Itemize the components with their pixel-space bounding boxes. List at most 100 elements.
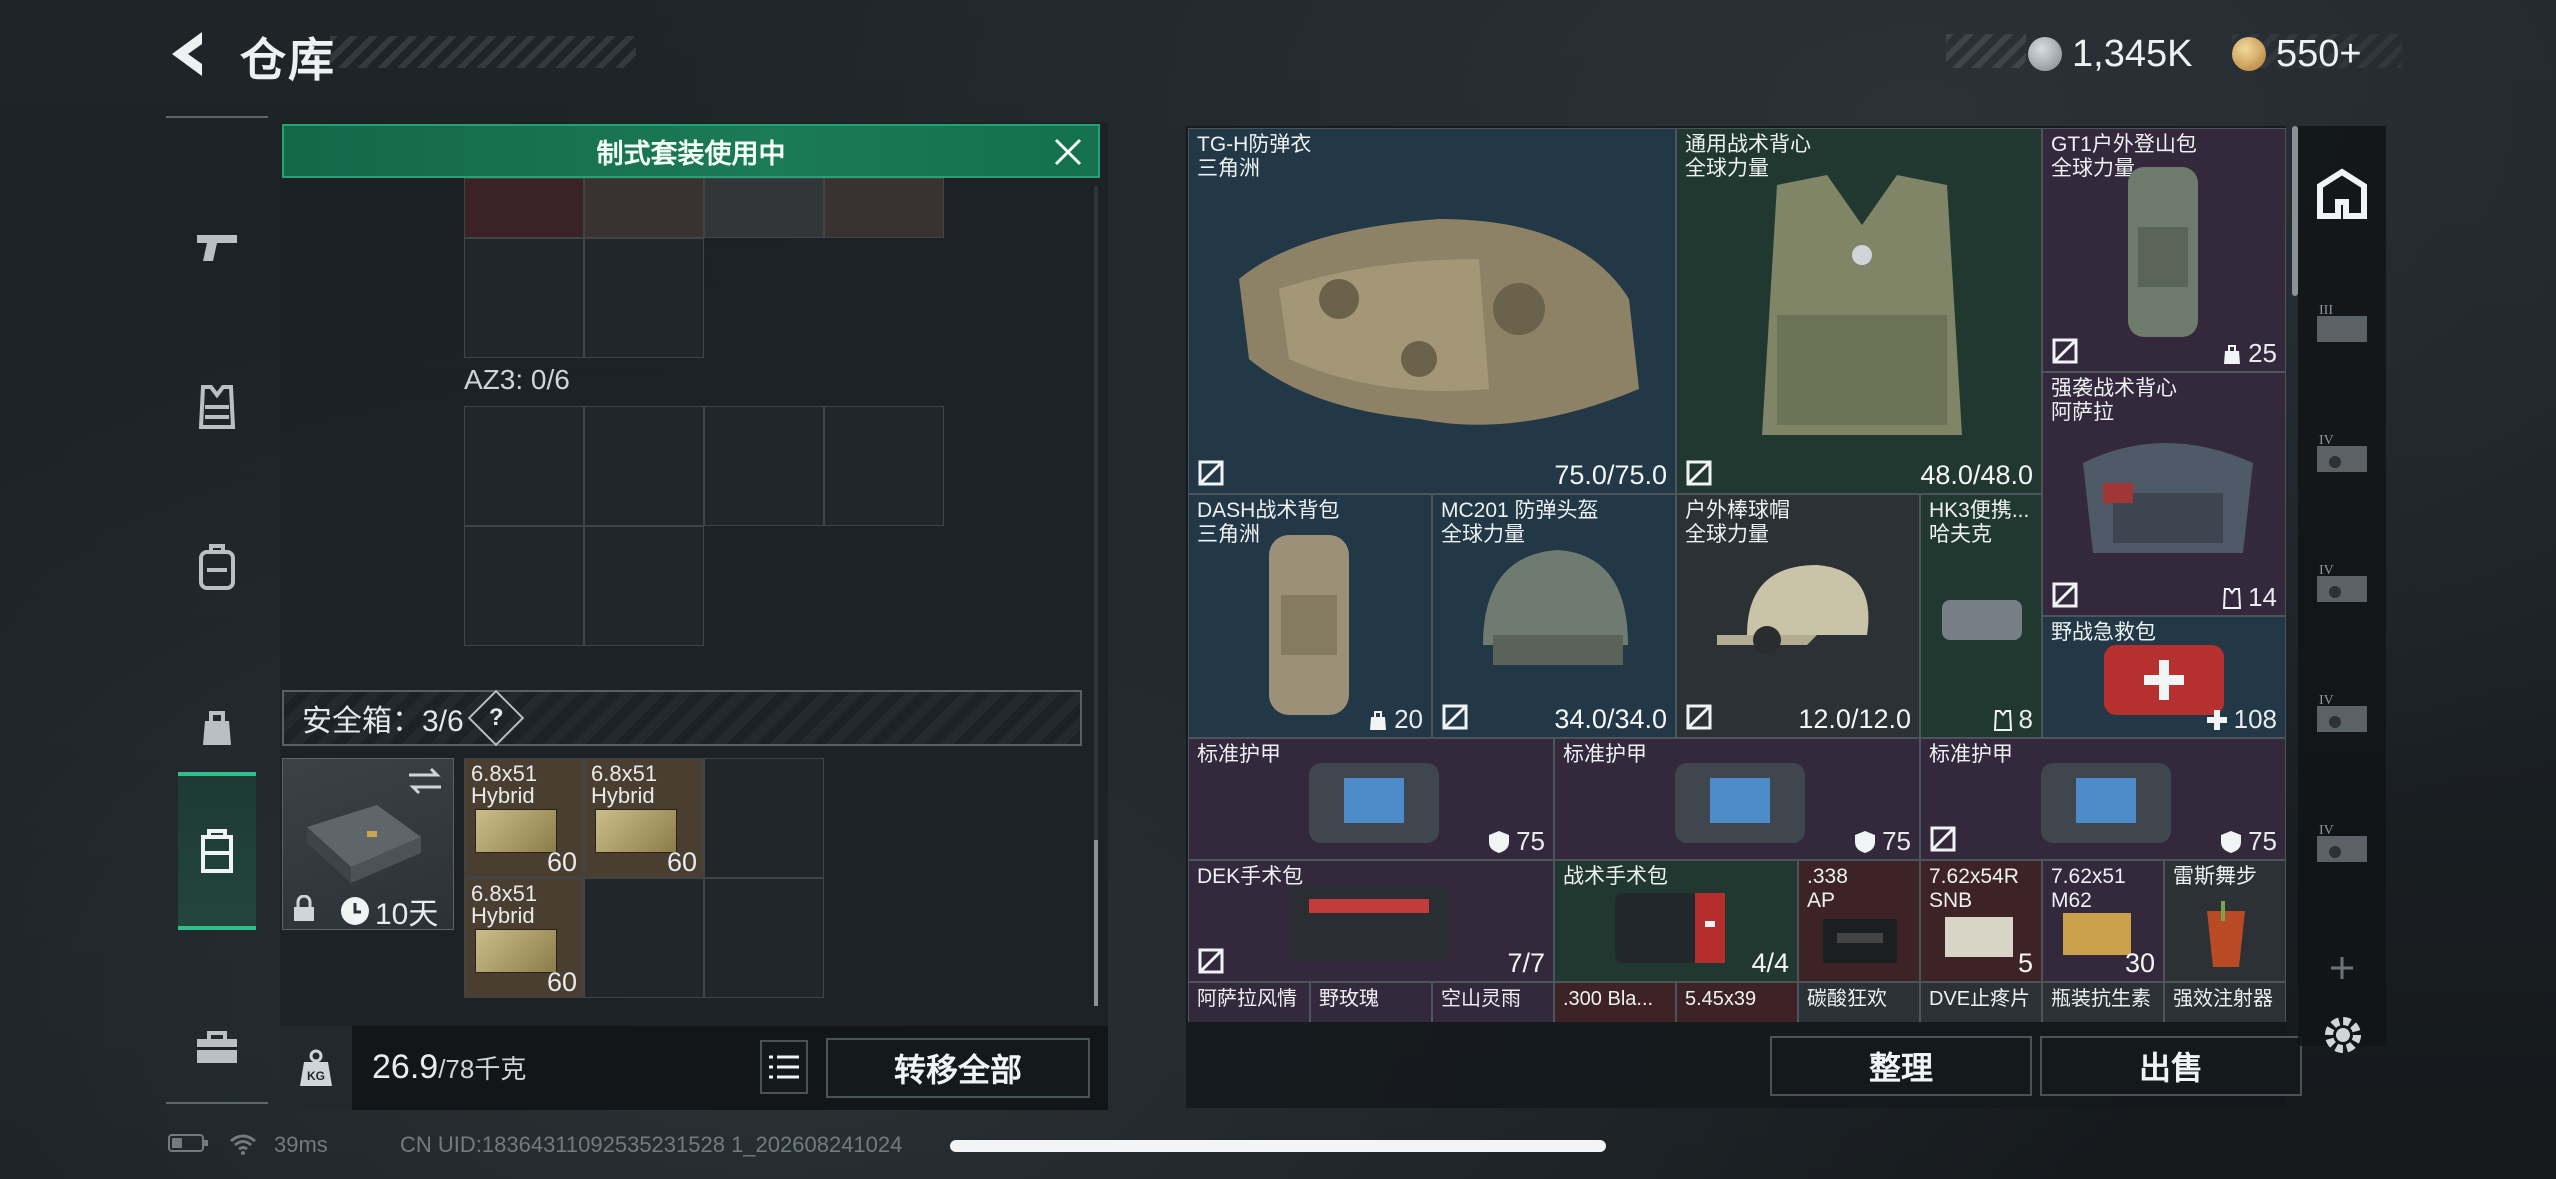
item-tile[interactable]: 野玫瑰 [1310, 982, 1432, 1022]
ping-readout: 39ms [274, 1132, 328, 1157]
item-tile[interactable]: .300 Bla... [1554, 982, 1676, 1022]
item-tile[interactable]: DEK手术包 7/7 [1188, 860, 1554, 982]
storage-tab-home[interactable] [2310, 162, 2374, 226]
item-capacity: 8 [1993, 704, 2033, 735]
home-indicator[interactable] [950, 1140, 1606, 1152]
sell-button[interactable]: 出售 [2040, 1036, 2302, 1096]
az3-slot[interactable] [464, 526, 584, 646]
grid-cell[interactable] [704, 178, 824, 238]
svg-text:IV: IV [2319, 563, 2334, 578]
grid-cell[interactable] [824, 178, 944, 238]
item-tile[interactable]: .338 AP [1798, 860, 1920, 982]
storage-tab-4b[interactable]: IV [2310, 552, 2374, 616]
storage-level-4-icon: IV [2317, 693, 2367, 732]
item-tile[interactable]: 空山灵雨 [1432, 982, 1554, 1022]
item-tile[interactable]: 7.62x51 M62 30 [2042, 860, 2164, 982]
item-tile[interactable]: 强效注射器 [2164, 982, 2286, 1022]
storage-level-3-icon: III [2317, 303, 2367, 342]
safe-box-case[interactable]: 10天 [282, 758, 454, 931]
storage-tab-3[interactable]: III [2310, 292, 2374, 356]
item-tile[interactable]: 战术手术包 4/4 [1554, 860, 1798, 982]
item-tile[interactable]: 野战急救包 108 [2042, 616, 2286, 738]
storage-level-4-icon: IV [2317, 433, 2367, 472]
grid-cell[interactable] [584, 238, 704, 358]
item-tile[interactable]: 阿萨拉风情 [1188, 982, 1310, 1022]
sidebar-item-container[interactable] [178, 772, 256, 930]
item-tile[interactable]: 强袭战术背心 阿萨拉 14 [2042, 372, 2286, 616]
backpack-image [1269, 535, 1349, 715]
weight-icon-box: KG [280, 1026, 352, 1110]
shield-icon [1489, 830, 1510, 853]
item-tile[interactable]: DVE止疼片 [1920, 982, 2042, 1022]
safe-box-slot[interactable] [704, 878, 824, 998]
item-tile[interactable]: DASH战术背包 三角洲 20 [1188, 494, 1432, 738]
ammo-count: 60 [666, 847, 697, 877]
item-tile[interactable]: MC201 防弹头盔 全球力量 34.0/34.0 [1432, 494, 1676, 738]
item-tile[interactable]: 7.62x54R SNB 5 [1920, 860, 2042, 982]
az3-slot[interactable] [704, 406, 824, 526]
storage-tab-4d[interactable]: IV [2310, 812, 2374, 876]
banner-close-button[interactable] [1050, 134, 1086, 170]
sidebar-item-backpack[interactable] [178, 492, 256, 642]
list-icon [769, 1055, 799, 1079]
ammo-box-image [595, 809, 677, 853]
storage-tab-4c[interactable]: IV [2310, 682, 2374, 746]
grid-cell[interactable] [464, 238, 584, 358]
grid-cell[interactable] [584, 178, 704, 238]
list-view-button[interactable] [760, 1040, 808, 1094]
help-icon: ? [488, 703, 504, 731]
item-tile[interactable]: GT1户外登山包 全球力量 25 [2042, 128, 2286, 372]
sidebar-item-weapon[interactable] [178, 172, 256, 322]
item-name: 户外棒球帽 全球力量 [1685, 499, 1790, 546]
az3-slot[interactable] [584, 406, 704, 526]
banner-text: 制式套装使用中 [596, 138, 786, 169]
ammo-type: Hybrid [591, 783, 655, 808]
item-tile[interactable]: TG-H防弹衣 三角洲 75.0/75.0 [1188, 128, 1676, 494]
help-button[interactable]: ? [467, 689, 525, 747]
safe-box-slot[interactable] [704, 758, 824, 878]
item-tile[interactable]: 标准护甲 75 [1920, 738, 2286, 860]
weight-value: 26.9 [372, 1048, 439, 1086]
clock-icon [341, 897, 369, 925]
ammo-item[interactable]: 6.8x51 Hybrid 60 [584, 758, 704, 878]
swap-icon[interactable] [407, 767, 443, 795]
safe-box-slot[interactable] [584, 878, 704, 998]
surgery-kit-image [1289, 885, 1449, 961]
no-trade-icon [1198, 460, 1224, 486]
left-scroll-thumb[interactable] [1094, 840, 1098, 1006]
preset-loadout-banner: 制式套装使用中 [282, 124, 1100, 178]
ammo-item[interactable]: 6.8x51 Hybrid 60 [464, 758, 584, 878]
item-tile[interactable]: 瓶装抗生素 [2042, 982, 2164, 1022]
item-tile[interactable]: 标准护甲 75 [1188, 738, 1554, 860]
ammo-caliber: 6.8x51 [471, 881, 538, 906]
az3-slot[interactable] [824, 406, 944, 526]
sort-button[interactable]: 整理 [1770, 1036, 2032, 1096]
vest-icon [198, 385, 236, 429]
item-tile[interactable]: 通用战术背心 全球力量 48.0/48.0 [1676, 128, 2042, 494]
item-tile[interactable]: 5.45x39 [1676, 982, 1798, 1022]
transfer-all-button[interactable]: 转移全部 [826, 1038, 1090, 1098]
item-tile[interactable]: 标准护甲 75 [1554, 738, 1920, 860]
az3-slot[interactable] [464, 406, 584, 526]
storage-tab-4a[interactable]: IV [2310, 422, 2374, 486]
back-button[interactable] [162, 24, 222, 84]
wifi-icon [228, 1132, 258, 1162]
sidebar-item-toolbox[interactable] [178, 972, 256, 1122]
grid-cell[interactable] [464, 178, 584, 238]
item-tile[interactable]: HK3便携... 哈夫克 8 [1920, 494, 2042, 738]
item-tile[interactable]: 雷斯舞步 [2164, 860, 2286, 982]
no-trade-icon [2052, 338, 2078, 364]
ammo-caliber: 6.8x51 [591, 761, 658, 786]
ammo-item[interactable]: 6.8x51 Hybrid 60 [464, 878, 584, 998]
backpack-icon [199, 544, 235, 590]
storage-tab-add[interactable] [2310, 948, 2374, 988]
ammo-count: 60 [546, 967, 577, 997]
weight-total: /78千克 [438, 1054, 527, 1084]
sidebar-item-vest[interactable] [178, 332, 256, 482]
settings-button[interactable] [2318, 1010, 2368, 1065]
item-tile[interactable]: 碳酸狂欢 [1798, 982, 1920, 1022]
az3-slot[interactable] [584, 526, 704, 646]
item-tile[interactable]: 户外棒球帽 全球力量 12.0/12.0 [1676, 494, 1920, 738]
item-name: HK3便携... 哈夫克 [1929, 499, 2030, 546]
item-durability: 12.0/12.0 [1798, 704, 1911, 734]
